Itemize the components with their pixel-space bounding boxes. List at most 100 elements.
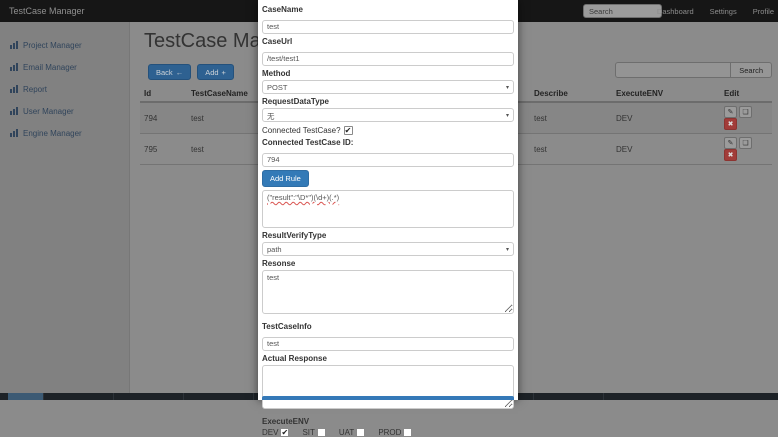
- connected-id-input[interactable]: [262, 153, 514, 167]
- plus-icon: +: [222, 68, 226, 77]
- sidebar-item-label: Email Manager: [23, 63, 77, 72]
- caseurl-input[interactable]: [262, 52, 514, 66]
- chevron-down-icon: ▾: [506, 84, 509, 91]
- requestdatatype-select[interactable]: 无 ▾: [262, 108, 514, 122]
- sidebar-item-label: Project Manager: [23, 41, 82, 50]
- rule-text: ("result":"\D*")(\d+)(.*): [267, 193, 339, 202]
- edit-row-button[interactable]: ✎: [724, 137, 737, 149]
- resonse-label: Resonse: [262, 259, 514, 268]
- method-selected-value: POST: [267, 83, 287, 92]
- chevron-down-icon: ▾: [506, 246, 509, 253]
- check-icon: ✔: [281, 428, 288, 437]
- connected-testcase-label: Connected TestCase?: [262, 126, 341, 135]
- taskbar-segment: [114, 393, 184, 400]
- nav-link-dashboard[interactable]: Dashboard: [657, 7, 694, 16]
- pencil-icon: ✎: [728, 108, 734, 116]
- taskbar-segment: [534, 393, 604, 400]
- cell-edit: ✎ ❏ ✖: [720, 102, 772, 134]
- casename-label: CaseName: [262, 5, 514, 14]
- sidebar-item-email-manager[interactable]: Email Manager: [0, 56, 129, 78]
- sidebar-item-user-manager[interactable]: User Manager: [0, 100, 129, 122]
- env-option-label: UAT: [339, 428, 354, 437]
- testcase-edit-modal: CaseName CaseUrl Method POST ▾ RequestDa…: [258, 0, 518, 400]
- method-label: Method: [262, 69, 514, 78]
- resultverifytype-label: ResultVerifyType: [262, 231, 514, 240]
- sidebar: Project Manager Email Manager Report Use…: [0, 22, 130, 393]
- taskbar-segment: [8, 393, 44, 400]
- col-header-id[interactable]: Id: [140, 86, 187, 102]
- rule-textarea[interactable]: ("result":"\D*")(\d+)(.*): [262, 190, 514, 228]
- caseurl-label: CaseUrl: [262, 37, 514, 46]
- testcaseinfo-input[interactable]: [262, 337, 514, 351]
- sidebar-item-label: User Manager: [23, 107, 74, 116]
- resultverifytype-selected-value: path: [267, 245, 282, 254]
- resultverifytype-select[interactable]: path ▾: [262, 242, 514, 256]
- table-search-button[interactable]: Search: [731, 62, 772, 78]
- copy-row-button[interactable]: ❏: [739, 106, 752, 118]
- col-header-describe[interactable]: Describe: [530, 86, 612, 102]
- casename-input[interactable]: [262, 20, 514, 34]
- actual-response-label: Actual Response: [262, 354, 514, 363]
- connected-testcase-checkbox[interactable]: ✔: [344, 126, 353, 135]
- check-icon: ✔: [345, 126, 352, 135]
- navbar-search-input[interactable]: [583, 4, 662, 18]
- bar-chart-icon: [10, 85, 18, 93]
- requestdatatype-selected-value: 无: [267, 112, 275, 121]
- bar-chart-icon: [10, 107, 18, 115]
- cell-id: 795: [140, 134, 187, 165]
- env-option-label: SIT: [302, 428, 314, 437]
- navbar-links: Dashboard Settings Profile: [657, 0, 774, 22]
- table-search-group: Search: [615, 62, 772, 78]
- sidebar-item-report[interactable]: Report: [0, 78, 129, 100]
- nav-link-profile[interactable]: Profile: [753, 7, 774, 16]
- delete-row-button[interactable]: ✖: [724, 118, 737, 130]
- sidebar-item-label: Report: [23, 85, 47, 94]
- file-icon: ❏: [742, 108, 748, 116]
- bar-chart-icon: [10, 63, 18, 71]
- add-rule-button[interactable]: Add Rule: [262, 170, 309, 187]
- connected-testcase-row: Connected TestCase? ✔: [262, 126, 514, 135]
- nav-link-settings[interactable]: Settings: [710, 7, 737, 16]
- env-uat-checkbox[interactable]: ✔: [356, 428, 365, 437]
- sidebar-item-label: Engine Manager: [23, 129, 82, 138]
- add-button[interactable]: Add +: [197, 64, 234, 80]
- env-option-label: PROD: [378, 428, 401, 437]
- table-search-input[interactable]: [615, 62, 731, 78]
- env-dev-checkbox[interactable]: ✔: [280, 428, 289, 437]
- cell-describe: test: [530, 102, 612, 134]
- cell-env: DEV: [612, 134, 720, 165]
- cell-id: 794: [140, 102, 187, 134]
- resonse-textarea[interactable]: test: [262, 270, 514, 314]
- cell-env: DEV: [612, 102, 720, 134]
- back-arrow-icon: ←: [176, 68, 184, 77]
- chevron-down-icon: ▾: [506, 112, 509, 119]
- sidebar-item-engine-manager[interactable]: Engine Manager: [0, 122, 129, 144]
- env-sit-checkbox[interactable]: ✔: [317, 428, 326, 437]
- x-icon: ✖: [728, 120, 734, 128]
- copy-row-button[interactable]: ❏: [739, 137, 752, 149]
- cell-edit: ✎ ❏ ✖: [720, 134, 772, 165]
- requestdatatype-label: RequestDataType: [262, 97, 514, 106]
- connected-id-label: Connected TestCase ID:: [262, 138, 514, 147]
- taskbar-segment: [44, 393, 114, 400]
- method-select[interactable]: POST ▾: [262, 80, 514, 94]
- env-option-uat: UAT ✔: [339, 428, 365, 437]
- toolbar: Back ← Add +: [148, 64, 234, 80]
- bar-chart-icon: [10, 129, 18, 137]
- actual-response-textarea[interactable]: [262, 365, 514, 409]
- env-option-dev: DEV ✔: [262, 428, 289, 437]
- edit-row-button[interactable]: ✎: [724, 106, 737, 118]
- col-header-env[interactable]: ExecuteENV: [612, 86, 720, 102]
- app-brand[interactable]: TestCase Manager: [9, 0, 85, 22]
- col-header-edit[interactable]: Edit: [720, 86, 772, 102]
- pencil-icon: ✎: [728, 139, 734, 147]
- delete-row-button[interactable]: ✖: [724, 149, 737, 161]
- file-icon: ❏: [742, 139, 748, 147]
- back-button[interactable]: Back ←: [148, 64, 191, 80]
- sidebar-item-project-manager[interactable]: Project Manager: [0, 34, 129, 56]
- env-prod-checkbox[interactable]: ✔: [403, 428, 412, 437]
- testcaseinfo-label: TestCaseInfo: [262, 322, 514, 331]
- submit-button-partial[interactable]: [262, 396, 514, 400]
- executeenv-label: ExecuteENV: [262, 417, 514, 426]
- x-icon: ✖: [728, 151, 734, 159]
